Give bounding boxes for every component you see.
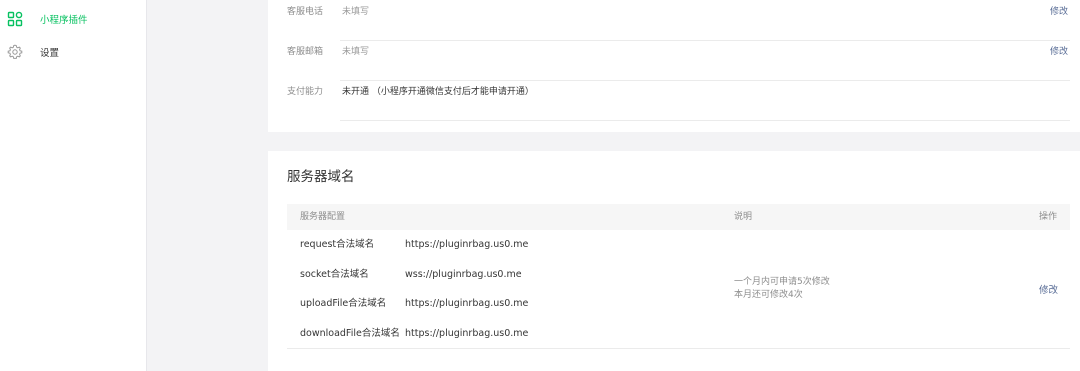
domain-value: https://pluginrbag.us0.me bbox=[405, 298, 529, 309]
domain-value: https://pluginrbag.us0.me bbox=[405, 328, 529, 339]
table-header: 服务器配置 说明 操作 bbox=[287, 204, 1070, 230]
service-phone-label: 客服电话 bbox=[287, 7, 324, 17]
service-email-label: 客服邮箱 bbox=[287, 47, 324, 57]
domain-name: socket合法域名 bbox=[300, 269, 369, 280]
column-header-op: 操作 bbox=[1038, 212, 1057, 222]
desc-line-2: 本月还可修改4次 bbox=[734, 290, 803, 300]
plugin-grid-icon bbox=[7, 11, 23, 27]
payment-label: 支付能力 bbox=[287, 87, 324, 97]
section-title: 服务器域名 bbox=[287, 169, 355, 185]
divider bbox=[340, 120, 1070, 121]
payment-value: 未开通 （小程序开通微信支付后才能申请开通） bbox=[342, 87, 534, 97]
sidebar-item-settings[interactable]: 设置 bbox=[0, 39, 147, 65]
service-phone-value: 未填写 bbox=[342, 7, 370, 17]
domain-description: 一个月内可申请5次修改 本月还可修改4次 bbox=[734, 276, 830, 302]
column-header-desc: 说明 bbox=[734, 212, 753, 222]
sidebar-item-label: 设置 bbox=[40, 48, 60, 59]
domain-value: https://pluginrbag.us0.me bbox=[405, 239, 529, 250]
edit-domain-link[interactable]: 修改 bbox=[1039, 282, 1058, 296]
edit-email-link[interactable]: 修改 bbox=[1050, 41, 1068, 63]
edit-phone-link[interactable]: 修改 bbox=[1050, 1, 1068, 23]
domain-name: uploadFile合法域名 bbox=[300, 298, 387, 309]
sidebar-item-plugins[interactable]: 小程序插件 bbox=[0, 6, 147, 32]
desc-line-1: 一个月内可申请5次修改 bbox=[734, 277, 830, 287]
server-domain-card: 服务器域名 服务器配置 说明 操作 request合法域名 https://pl… bbox=[268, 151, 1080, 371]
domain-value: wss://pluginrbag.us0.me bbox=[405, 269, 522, 280]
divider bbox=[287, 348, 1070, 349]
domain-name: downloadFile合法域名 bbox=[300, 328, 400, 339]
payment-row: 支付能力 未开通 （小程序开通微信支付后才能申请开通） bbox=[268, 81, 1080, 121]
sidebar-item-label: 小程序插件 bbox=[40, 15, 88, 26]
column-header-config: 服务器配置 bbox=[300, 212, 346, 222]
sidebar: 小程序插件 设置 bbox=[0, 0, 147, 371]
service-email-value: 未填写 bbox=[342, 47, 370, 57]
domain-name: request合法域名 bbox=[300, 239, 375, 250]
basic-info-card: 客服电话 未填写 修改 客服邮箱 未填写 修改 支付能力 未开通 （小程序开通微… bbox=[268, 0, 1080, 132]
gear-icon bbox=[7, 44, 23, 59]
service-email-row: 客服邮箱 未填写 修改 bbox=[268, 41, 1080, 81]
service-phone-row: 客服电话 未填写 修改 bbox=[268, 1, 1080, 41]
